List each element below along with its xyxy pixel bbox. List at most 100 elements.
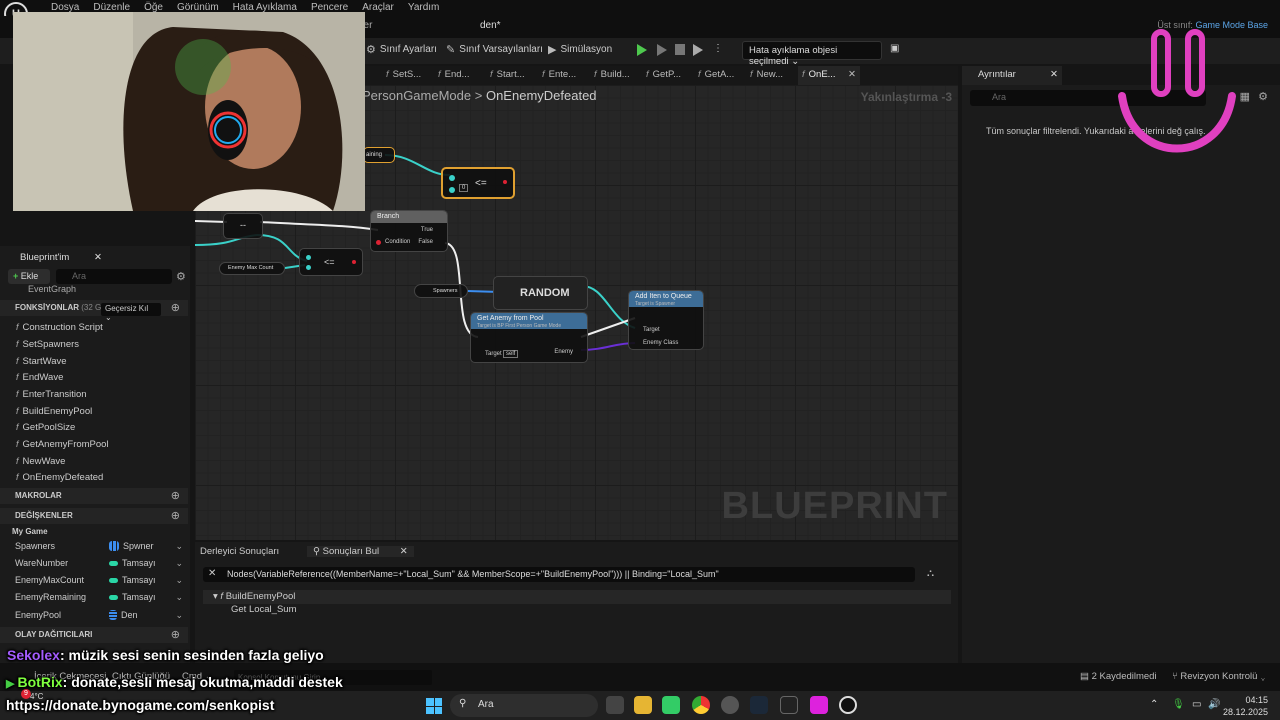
debug-object-select[interactable]: Hata ayıklama objesi seçilmedi ⌄ bbox=[742, 41, 882, 67]
task-view-icon[interactable] bbox=[606, 696, 624, 714]
tab-function-2[interactable]: f Start... bbox=[486, 66, 538, 85]
close-icon[interactable]: ✕ bbox=[1050, 69, 1058, 80]
random-node[interactable]: RANDOM bbox=[493, 276, 588, 310]
tab-function-0[interactable]: f SetS... bbox=[382, 66, 434, 85]
input-pin[interactable] bbox=[449, 187, 455, 193]
file-explorer-icon[interactable] bbox=[634, 696, 652, 714]
add-button[interactable]: + Ekle bbox=[8, 269, 50, 284]
chevron-down-icon[interactable]: ⌄ bbox=[175, 592, 183, 603]
dispatchers-section-header[interactable]: OLAY DAĞITICILARI ⊕ bbox=[0, 627, 188, 643]
output-pin[interactable] bbox=[352, 260, 356, 264]
epic-games-icon[interactable] bbox=[780, 696, 798, 714]
override-dropdown[interactable]: Geçersiz Kıl ⌄ bbox=[101, 303, 161, 322]
variable-row[interactable]: EnemyRemaining Tamsayı ⌄ bbox=[15, 592, 185, 606]
network-icon[interactable]: ▭ bbox=[1192, 699, 1201, 710]
macros-section-header[interactable]: MAKROLAR ⊕ bbox=[0, 488, 188, 504]
github-icon[interactable] bbox=[721, 696, 739, 714]
tab-find-results[interactable]: ⚲ Sonuçları Bul ✕ bbox=[307, 546, 414, 557]
self-pin-value[interactable]: self bbox=[503, 350, 519, 358]
variable-row[interactable]: WareNumber Tamsayı ⌄ bbox=[15, 558, 185, 572]
tab-compiler-results[interactable]: Derleyici Sonuçları bbox=[200, 546, 279, 557]
variable-type[interactable]: Spwner bbox=[109, 541, 154, 551]
function-item[interactable]: f NewWave bbox=[16, 456, 65, 467]
obs-icon[interactable] bbox=[810, 696, 828, 714]
function-item[interactable]: f OnEnemyDefeated bbox=[16, 472, 103, 483]
find-result-row[interactable]: ▾ f BuildEnemyPool bbox=[203, 590, 951, 604]
find-search-input[interactable]: ✕ Nodes(VariableReference((MemberName=+"L… bbox=[203, 567, 915, 582]
chrome-icon[interactable] bbox=[692, 696, 710, 714]
volume-icon[interactable]: 🔊 bbox=[1208, 699, 1220, 710]
variable-type[interactable]: Tamsayı bbox=[109, 592, 156, 602]
clear-icon[interactable]: ✕ bbox=[208, 568, 216, 579]
class-defaults-button[interactable]: ✎ Sınıf Varsayılanları bbox=[446, 43, 543, 56]
const-zero[interactable]: 0 bbox=[459, 184, 469, 192]
add-dispatcher-icon[interactable]: ⊕ bbox=[171, 628, 180, 641]
tab-function-6[interactable]: f GetA... bbox=[694, 66, 746, 85]
tray-chevron-icon[interactable]: ⌃ bbox=[1150, 699, 1158, 710]
event-graph-item[interactable]: EventGraph bbox=[28, 284, 76, 294]
function-item[interactable]: f EnterTransition bbox=[16, 389, 87, 400]
taskbar-search[interactable]: ⚲ Ara bbox=[450, 694, 598, 717]
chevron-down-icon[interactable]: ⌄ bbox=[175, 575, 183, 586]
close-icon[interactable]: ✕ bbox=[848, 69, 856, 82]
close-icon[interactable]: ✕ bbox=[400, 546, 408, 557]
variable-category[interactable]: My Game bbox=[12, 527, 48, 536]
tab-function-1[interactable]: f End... bbox=[434, 66, 486, 85]
enemy-max-count-getter[interactable]: Enemy Max Count bbox=[219, 262, 285, 275]
branch-node[interactable]: Branch Condition True False bbox=[370, 210, 448, 252]
tab-function-active[interactable]: f OnE... ✕ bbox=[798, 66, 860, 85]
settings-gear-icon[interactable]: ⚙ bbox=[1258, 90, 1268, 103]
add-macro-icon[interactable]: ⊕ bbox=[171, 489, 180, 502]
menu-help[interactable]: Yardım bbox=[401, 1, 447, 14]
less-equal-node[interactable]: 0 <= bbox=[441, 167, 515, 199]
function-item[interactable]: f GetAnemyFromPool bbox=[16, 439, 109, 450]
input-pin[interactable] bbox=[449, 175, 455, 181]
tab-details[interactable]: Ayrıntılar ✕ bbox=[962, 66, 1062, 85]
chevron-down-icon[interactable]: ⌄ bbox=[175, 541, 183, 552]
steam-icon[interactable] bbox=[750, 696, 768, 714]
function-item[interactable]: f SetSpawners bbox=[16, 339, 79, 350]
function-item[interactable]: f EndWave bbox=[16, 372, 63, 383]
variable-row[interactable]: Spawners Spwner ⌄ bbox=[15, 541, 185, 555]
function-item[interactable]: f BuildEnemyPool bbox=[16, 406, 92, 417]
less-equal-node-2[interactable]: <= bbox=[299, 248, 363, 276]
find-result-item[interactable]: Get Local_Sum bbox=[231, 604, 296, 615]
class-settings-button[interactable]: ⚙ Sınıf Ayarları bbox=[366, 43, 437, 56]
collapse-icon[interactable]: ▾ bbox=[213, 591, 218, 602]
simulation-button[interactable]: ▶ Simülasyon bbox=[548, 43, 612, 56]
input-pin[interactable] bbox=[306, 265, 311, 270]
get-anemy-from-pool-node[interactable]: Get Anemy from Pool Target is BP First Pe… bbox=[470, 312, 588, 363]
windows-start-icon[interactable] bbox=[426, 698, 442, 714]
remaining-getter-node[interactable]: aining bbox=[363, 147, 395, 163]
revision-control-button[interactable]: ⑂ Revizyon Kontrolü ⌄ bbox=[1172, 671, 1266, 682]
variable-type[interactable]: Den bbox=[109, 610, 138, 620]
step-icon[interactable] bbox=[657, 44, 667, 56]
chevron-down-icon[interactable]: ⌄ bbox=[175, 610, 183, 621]
more-options-icon[interactable]: ⋮ bbox=[713, 43, 723, 54]
variable-type[interactable]: Tamsayı bbox=[109, 558, 156, 568]
add-variable-icon[interactable]: ⊕ bbox=[171, 509, 180, 522]
tab-function-3[interactable]: f Ente... bbox=[538, 66, 590, 85]
store-icon[interactable] bbox=[662, 696, 680, 714]
variable-row[interactable]: EnemyMaxCount Tamsayı ⌄ bbox=[15, 575, 185, 589]
blueprint-search-input[interactable]: Ara bbox=[56, 269, 172, 284]
input-pin[interactable] bbox=[306, 255, 311, 260]
stop-icon[interactable] bbox=[675, 44, 685, 55]
add-item-to-queue-node[interactable]: Add Iten to Queue Target is Spawner Targe… bbox=[628, 290, 704, 350]
close-icon[interactable]: ✕ bbox=[94, 252, 102, 263]
unsaved-indicator[interactable]: ▤ 2 Kaydedilmedi bbox=[1080, 671, 1157, 682]
function-item[interactable]: f Construction Script bbox=[16, 322, 103, 333]
chevron-down-icon[interactable]: ⌄ bbox=[175, 558, 183, 569]
play-icon[interactable] bbox=[637, 44, 647, 56]
tab-function-4[interactable]: f Build... bbox=[590, 66, 642, 85]
system-clock[interactable]: 04:15 28.12.2025 bbox=[1223, 694, 1268, 718]
variable-type[interactable]: Tamsayı bbox=[109, 575, 156, 585]
binoculars-icon[interactable]: ⛬ bbox=[927, 568, 934, 579]
microphone-icon[interactable]: 🎙 bbox=[1172, 699, 1185, 710]
document-tab[interactable]: den* bbox=[480, 20, 501, 31]
spawners-getter[interactable]: Spawners bbox=[414, 284, 468, 298]
eject-icon[interactable] bbox=[693, 44, 703, 56]
function-item[interactable]: f GetPoolSize bbox=[16, 422, 75, 433]
debug-filter-icon[interactable]: ▣ bbox=[890, 43, 899, 54]
add-function-icon[interactable]: ⊕ bbox=[171, 301, 180, 314]
